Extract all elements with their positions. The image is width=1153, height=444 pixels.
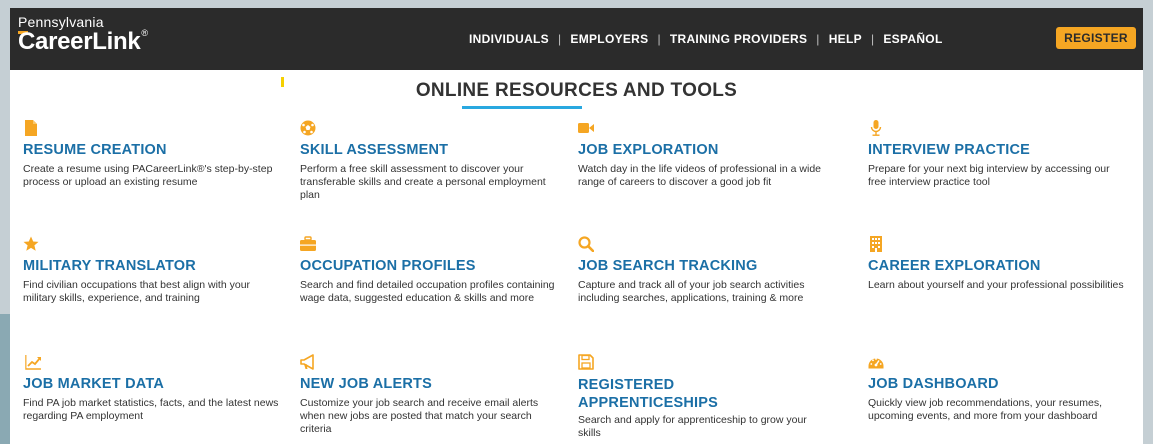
resource-description: Create a resume using PACareerLink®'s st… bbox=[23, 163, 273, 188]
frame-left bbox=[0, 0, 10, 444]
nav-individuals[interactable]: INDIVIDUALS bbox=[469, 32, 549, 46]
nav-separator: | bbox=[870, 32, 875, 46]
video-camera-icon bbox=[578, 123, 594, 133]
resource-description: Prepare for your next big interview by a… bbox=[868, 163, 1110, 188]
megaphone-icon bbox=[300, 354, 314, 370]
soccer-ball-icon bbox=[300, 120, 316, 136]
frame-top bbox=[0, 0, 1153, 8]
resource-description: Capture and track all of your job search… bbox=[578, 279, 805, 304]
resource-description: Perform a free skill assessment to disco… bbox=[300, 163, 546, 201]
nav-employers[interactable]: EMPLOYERS bbox=[570, 32, 648, 46]
resource-description: Search and apply for apprenticeship to g… bbox=[578, 414, 807, 439]
document-icon bbox=[25, 120, 37, 136]
microphone-icon bbox=[870, 120, 882, 136]
nav-separator: | bbox=[657, 32, 661, 46]
resource-title[interactable]: REGISTERED APPRENTICESHIPS bbox=[578, 376, 738, 412]
resource-title[interactable]: CAREER EXPLORATION bbox=[868, 258, 1133, 274]
resource-title[interactable]: MILITARY TRANSLATOR bbox=[23, 258, 288, 274]
nav-separator: | bbox=[816, 32, 820, 46]
building-icon bbox=[870, 236, 882, 252]
resource-description: Search and find detailed occupation prof… bbox=[300, 279, 555, 304]
page: Pennsylvania CareerLink® INDIVIDUALS | E… bbox=[10, 8, 1143, 444]
star-icon bbox=[23, 236, 39, 251]
nav-espanol[interactable]: ESPAÑOL bbox=[883, 32, 942, 46]
section-title: ONLINE RESOURCES AND TOOLS bbox=[415, 80, 738, 101]
logo-registered-mark: ® bbox=[141, 28, 148, 38]
resource-title[interactable]: NEW JOB ALERTS bbox=[300, 376, 565, 392]
resource-description: Quickly view job recommendations, your r… bbox=[868, 397, 1103, 422]
resource-title[interactable]: JOB MARKET DATA bbox=[23, 376, 288, 392]
resource-title[interactable]: JOB SEARCH TRACKING bbox=[578, 258, 843, 274]
site-header: Pennsylvania CareerLink® INDIVIDUALS | E… bbox=[10, 8, 1143, 70]
resource-title[interactable]: JOB DASHBOARD bbox=[868, 376, 1133, 392]
briefcase-icon bbox=[300, 236, 316, 251]
floppy-disk-icon bbox=[578, 354, 594, 370]
logo[interactable]: CareerLink® bbox=[18, 28, 148, 56]
title-underline bbox=[462, 106, 582, 109]
resource-title[interactable]: JOB EXPLORATION bbox=[578, 142, 843, 158]
resource-title[interactable]: INTERVIEW PRACTICE bbox=[868, 142, 1133, 158]
resource-title[interactable]: SKILL ASSESSMENT bbox=[300, 142, 565, 158]
register-button[interactable]: REGISTER bbox=[1056, 27, 1136, 49]
resource-title[interactable]: RESUME CREATION bbox=[23, 142, 288, 158]
resource-description: Find civilian occupations that best alig… bbox=[23, 279, 251, 304]
resource-description: Find PA job market statistics, facts, an… bbox=[23, 397, 279, 422]
frame-accent bbox=[0, 314, 10, 444]
frame-right bbox=[1143, 0, 1153, 444]
nav-help[interactable]: HELP bbox=[829, 32, 862, 46]
resource-description: Watch day in the life videos of professi… bbox=[578, 163, 821, 188]
dashboard-gauge-icon bbox=[868, 358, 884, 369]
magnifier-icon bbox=[578, 236, 594, 252]
resource-title[interactable]: OCCUPATION PROFILES bbox=[300, 258, 565, 274]
nav-training-providers[interactable]: TRAINING PROVIDERS bbox=[670, 32, 807, 46]
resource-description: Learn about yourself and your profession… bbox=[868, 279, 1124, 291]
line-chart-icon bbox=[25, 355, 41, 370]
main-nav: INDIVIDUALS | EMPLOYERS | TRAINING PROVI… bbox=[469, 32, 943, 46]
nav-separator: | bbox=[557, 32, 562, 46]
logo-text: CareerLink bbox=[18, 28, 141, 55]
resource-description: Customize your job search and receive em… bbox=[300, 397, 539, 435]
